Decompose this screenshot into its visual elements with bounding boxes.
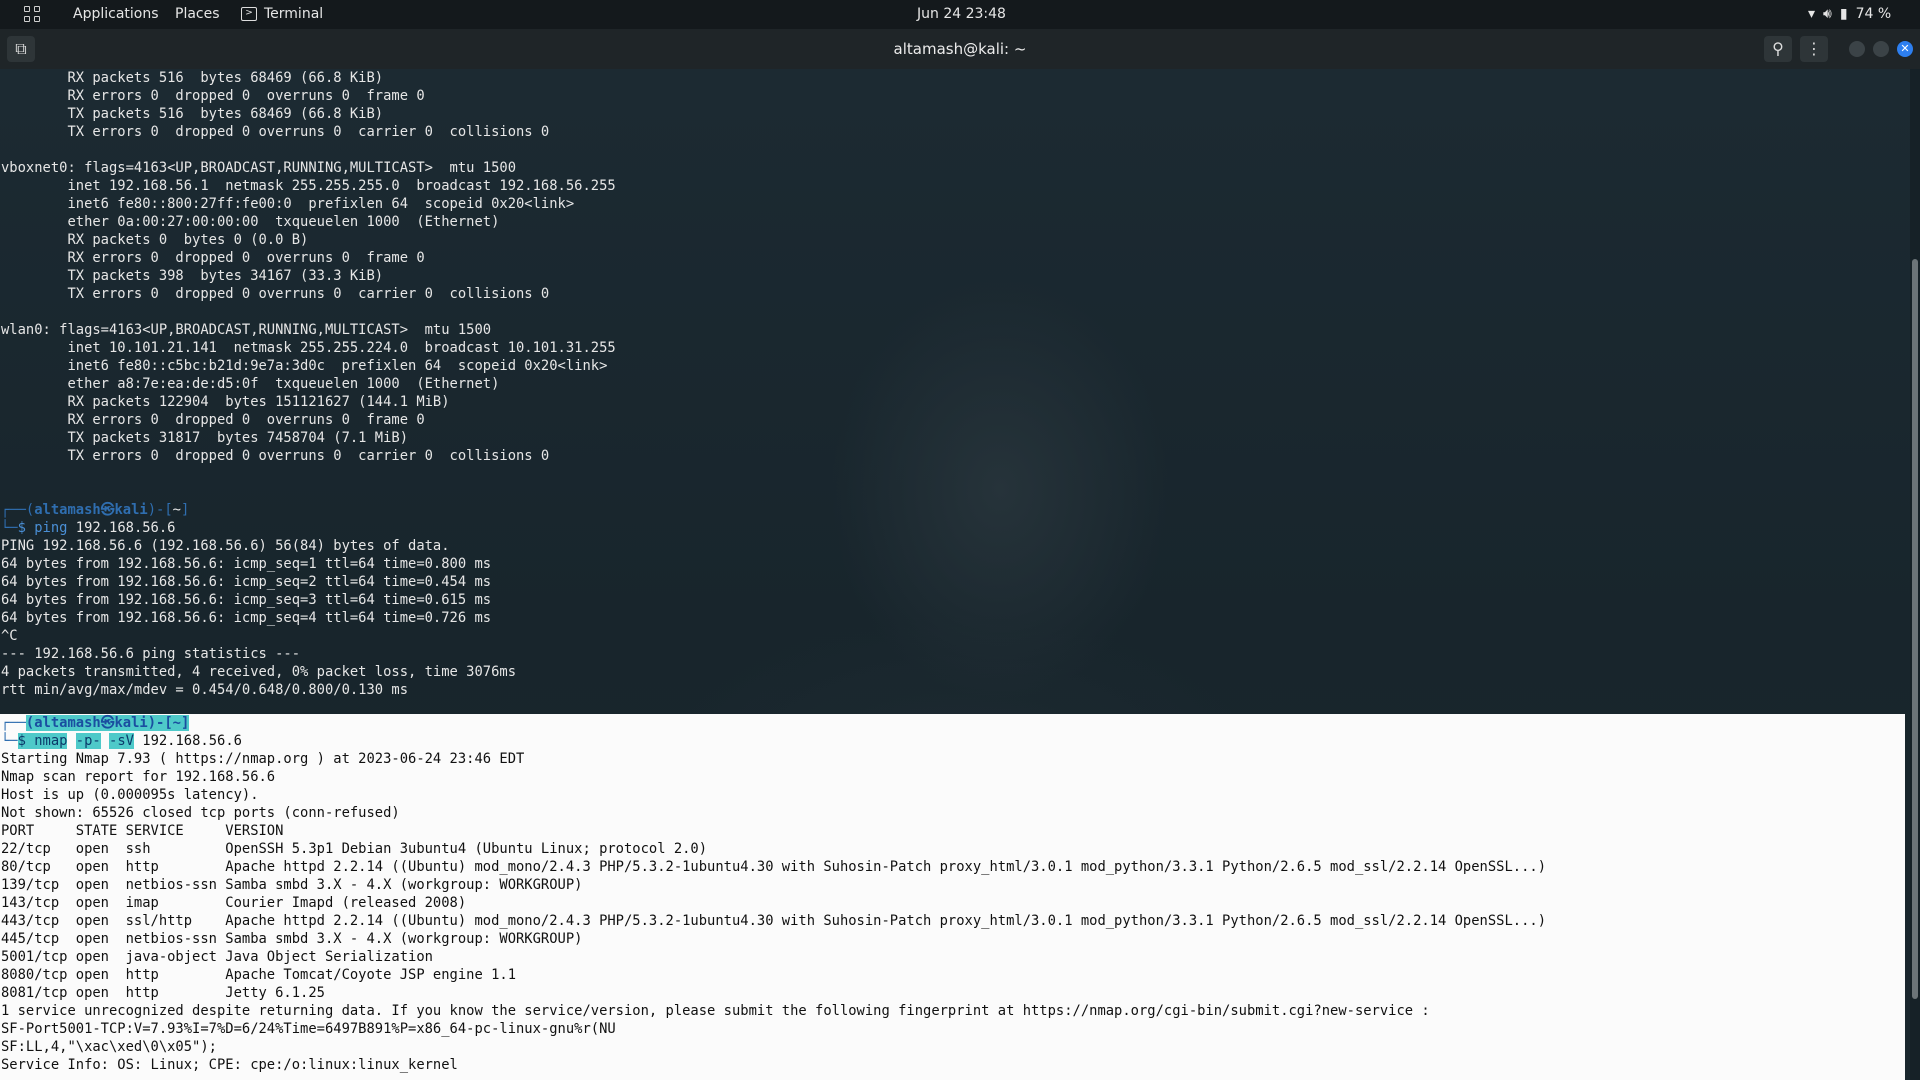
nmap-command: nmap bbox=[34, 733, 68, 749]
nmap-block: ┌──(altamash㉿kali)-[~] └─$ nmap -p- -sV … bbox=[1, 715, 1546, 1073]
applications-menu[interactable]: Applications bbox=[73, 0, 159, 29]
ping-command: ping bbox=[34, 520, 68, 536]
terminal-line: RX packets 0 bytes 0 (0.0 B) bbox=[67, 232, 309, 248]
terminal-line: ether 0a:00:27:00:00:00 txqueuelen 1000 … bbox=[67, 214, 500, 230]
terminal-line: RX packets 516 bytes 68469 (66.8 KiB) bbox=[67, 70, 384, 86]
terminal-line: ^C bbox=[1, 628, 18, 644]
terminal-line: Not shown: 65526 closed tcp ports (conn-… bbox=[1, 805, 400, 821]
terminal-line: Nmap scan report for 192.168.56.6 bbox=[1, 769, 276, 785]
terminal-line: 445/tcp open netbios-ssn Samba smbd 3.X … bbox=[1, 931, 583, 947]
ping-output: PING 192.168.56.6 (192.168.56.6) 56(84) … bbox=[1, 538, 516, 698]
prompt-corner: ┌──( bbox=[1, 502, 35, 518]
clock[interactable]: Jun 24 23:48 bbox=[917, 0, 1006, 29]
terminal-icon: > bbox=[241, 7, 257, 21]
prompt-user: altamash bbox=[34, 502, 101, 518]
close-icon: ✕ bbox=[1900, 42, 1910, 55]
window-title: altamash@kali: ~ bbox=[893, 40, 1027, 58]
terminal-line: inet 10.101.21.141 netmask 255.255.224.0… bbox=[67, 340, 616, 356]
search-button[interactable]: ⚲ bbox=[1764, 36, 1792, 62]
terminal-line: Starting Nmap 7.93 ( https://nmap.org ) … bbox=[1, 751, 525, 767]
terminal-line: 8081/tcp open http Jetty 6.1.25 bbox=[1, 985, 325, 1001]
terminal-line: 64 bytes from 192.168.56.6: icmp_seq=3 t… bbox=[1, 592, 492, 608]
terminal-line: ether a8:7e:ea:de:d5:0f txqueuelen 1000 … bbox=[67, 376, 500, 392]
terminal-line: inet6 fe80::800:27ff:fe00:0 prefixlen 64… bbox=[67, 196, 575, 212]
prompt-host-2: kali bbox=[114, 715, 148, 731]
terminal-line: TX packets 31817 bytes 7458704 (7.1 MiB) bbox=[67, 430, 409, 446]
terminal-line: TX packets 516 bytes 68469 (66.8 KiB) bbox=[67, 106, 384, 122]
kebab-menu-icon: ⋮ bbox=[1806, 39, 1822, 58]
ifconfig-output: RX packets 516 bytes 68469 (66.8 KiB) RX… bbox=[1, 70, 616, 464]
nmap-target: 192.168.56.6 bbox=[142, 733, 242, 749]
prompt-at: ㉿ bbox=[100, 502, 115, 518]
terminal-scrollbar[interactable] bbox=[1910, 69, 1920, 1080]
terminal-line: wlan0: flags=4163<UP,BROADCAST,RUNNING,M… bbox=[1, 322, 492, 338]
places-menu[interactable]: Places bbox=[175, 0, 220, 29]
terminal-line: 64 bytes from 192.168.56.6: icmp_seq=2 t… bbox=[1, 574, 492, 590]
nmap-flag-p: -p- bbox=[75, 733, 101, 749]
menu-button[interactable]: ⋮ bbox=[1800, 36, 1828, 62]
terminal-line: --- 192.168.56.6 ping statistics --- bbox=[1, 646, 301, 662]
terminal-line: 64 bytes from 192.168.56.6: icmp_seq=1 t… bbox=[1, 556, 492, 572]
terminal-line: 64 bytes from 192.168.56.6: icmp_seq=4 t… bbox=[1, 610, 492, 626]
terminal-line: 443/tcp open ssl/http Apache httpd 2.2.1… bbox=[1, 913, 1546, 929]
terminal-line: TX errors 0 dropped 0 overruns 0 carrier… bbox=[67, 448, 550, 464]
terminal-line: Host is up (0.000095s latency). bbox=[1, 787, 259, 803]
battery-percent: 74 % bbox=[1855, 6, 1892, 22]
terminal-line: SF-Port5001-TCP:V=7.93%I=7%D=6/24%Time=6… bbox=[1, 1021, 616, 1037]
maximize-button[interactable] bbox=[1873, 41, 1889, 57]
terminal-line: RX errors 0 dropped 0 overruns 0 frame 0 bbox=[67, 412, 425, 428]
terminal-line: 5001/tcp open java-object Java Object Se… bbox=[1, 949, 433, 965]
terminal-output[interactable]: RX packets 516 bytes 68469 (66.8 KiB) RX… bbox=[0, 69, 1910, 1080]
wifi-icon: ▾ bbox=[1808, 6, 1816, 22]
terminal-line: TX packets 398 bytes 34167 (33.3 KiB) bbox=[67, 268, 384, 284]
terminal-line: inet 192.168.56.1 netmask 255.255.255.0 … bbox=[67, 178, 616, 194]
terminal-line: 4 packets transmitted, 4 received, 0% pa… bbox=[1, 664, 516, 680]
terminal-line: 8080/tcp open http Apache Tomcat/Coyote … bbox=[1, 967, 516, 983]
battery-icon: ▮ bbox=[1839, 6, 1848, 22]
terminal-line: RX errors 0 dropped 0 overruns 0 frame 0 bbox=[67, 250, 425, 266]
top-panel: Applications Places > Terminal Jun 24 23:… bbox=[0, 0, 1920, 29]
terminal-line: PORT STATE SERVICE VERSION bbox=[1, 823, 284, 839]
prompt-dir: ~ bbox=[172, 502, 181, 518]
terminal-line: 22/tcp open ssh OpenSSH 5.3p1 Debian 3ub… bbox=[1, 841, 708, 857]
terminal-line: 143/tcp open imap Courier Imapd (release… bbox=[1, 895, 467, 911]
close-button[interactable]: ✕ bbox=[1897, 41, 1913, 57]
terminal-line: RX packets 122904 bytes 151121627 (144.1… bbox=[67, 394, 450, 410]
terminal-line: inet6 fe80::c5bc:b21d:9e7a:3d0c prefixle… bbox=[67, 358, 608, 374]
terminal-line: PING 192.168.56.6 (192.168.56.6) 56(84) … bbox=[1, 538, 450, 554]
terminal-line: TX errors 0 dropped 0 overruns 0 carrier… bbox=[67, 286, 550, 302]
minimize-button[interactable] bbox=[1849, 41, 1865, 57]
terminal-line: 80/tcp open http Apache httpd 2.2.14 ((U… bbox=[1, 859, 1546, 875]
terminal-line: TX errors 0 dropped 0 overruns 0 carrier… bbox=[67, 124, 550, 140]
scrollbar-thumb[interactable] bbox=[1912, 259, 1918, 999]
ping-args: 192.168.56.6 bbox=[75, 520, 176, 536]
terminal-line: vboxnet0: flags=4163<UP,BROADCAST,RUNNIN… bbox=[1, 160, 516, 176]
terminal-line: 139/tcp open netbios-ssn Samba smbd 3.X … bbox=[1, 877, 583, 893]
terminal-titlebar: ⧉ altamash@kali: ~ ⚲ ⋮ ✕ bbox=[0, 29, 1920, 69]
volume-icon: 🔊︎ bbox=[1823, 6, 1832, 22]
prompt-host: kali bbox=[114, 502, 148, 518]
terminal-line: rtt min/avg/max/mdev = 0.454/0.648/0.800… bbox=[1, 682, 409, 698]
terminal-line: SF:LL,4,"\xac\xed\0\x05"); bbox=[1, 1039, 217, 1055]
terminal-line: RX errors 0 dropped 0 overruns 0 frame 0 bbox=[67, 88, 425, 104]
terminal-history: RX packets 516 bytes 68469 (66.8 KiB) RX… bbox=[1, 70, 616, 698]
terminal-line: Service Info: OS: Linux; CPE: cpe:/o:lin… bbox=[1, 1057, 458, 1073]
selected-text-region[interactable]: ┌──(altamash㉿kali)-[~] └─$ nmap -p- -sV … bbox=[0, 714, 1905, 1080]
terminal-app-label: Terminal bbox=[264, 6, 324, 22]
nmap-flag-sv: -sV bbox=[109, 733, 134, 749]
system-tray[interactable]: ▾ 🔊︎ ▮ 74 % bbox=[1800, 0, 1891, 29]
prompt-user-2: altamash bbox=[34, 715, 101, 731]
search-icon: ⚲ bbox=[1772, 39, 1784, 58]
terminal-app-menu[interactable]: > Terminal bbox=[241, 0, 323, 29]
app-grid-icon[interactable] bbox=[24, 0, 42, 29]
nmap-output: Starting Nmap 7.93 ( https://nmap.org ) … bbox=[1, 751, 1546, 1073]
terminal-line: 1 service unrecognized despite returning… bbox=[1, 1003, 1430, 1019]
